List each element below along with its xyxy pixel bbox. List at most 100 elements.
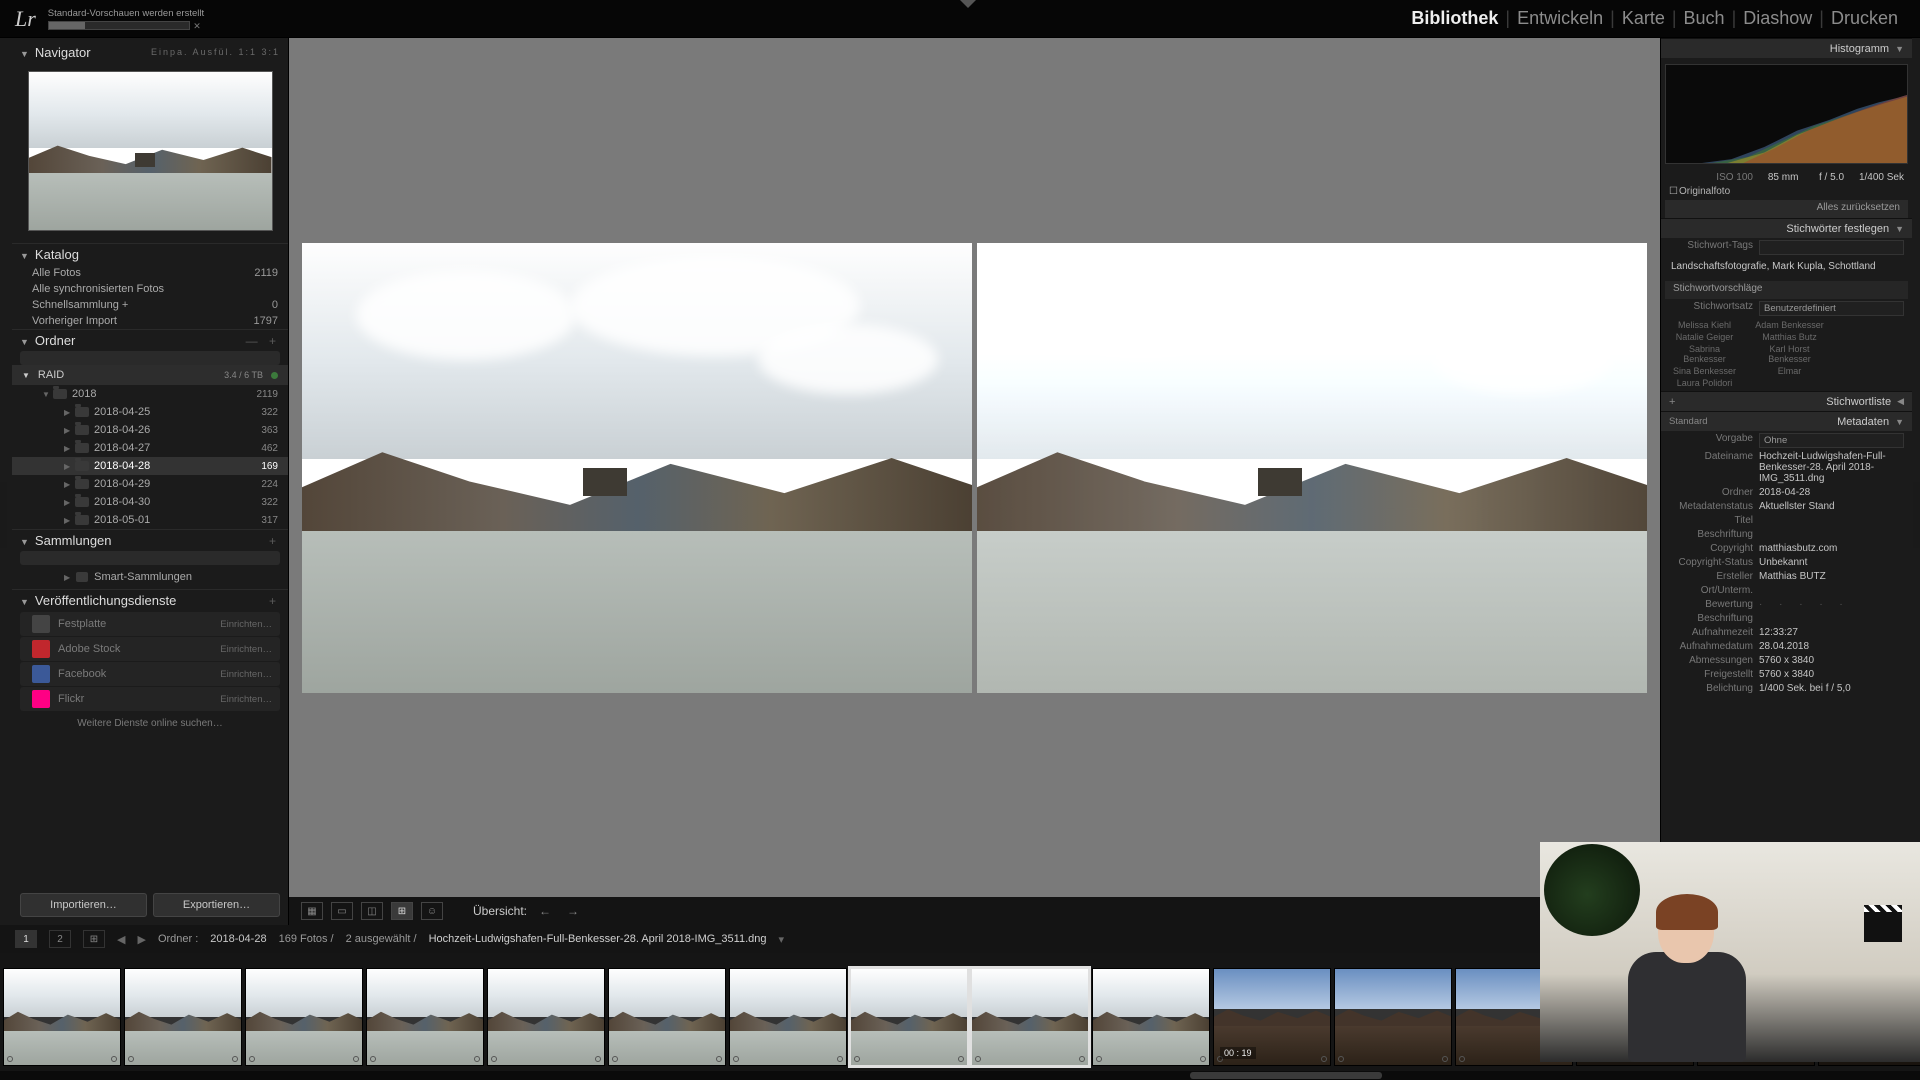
histogram[interactable] [1665,64,1908,164]
filmstrip-thumb[interactable] [971,968,1089,1066]
filmstrip-thumb[interactable] [487,968,605,1066]
keyword-suggestion[interactable]: Melissa Kiehl [1667,320,1742,330]
filmstrip-thumb[interactable] [1334,968,1452,1066]
module-slideshow[interactable]: Diashow [1736,8,1819,29]
original-checkbox-label[interactable]: Originalfoto [1679,186,1730,197]
metadata-value[interactable]: 5760 x 3840 [1759,669,1904,680]
keyword-tags-input[interactable] [1759,240,1904,255]
keyword-suggestion[interactable]: Karl Horst Benkesser [1752,344,1827,364]
metadata-value[interactable] [1759,613,1904,624]
import-button[interactable]: Importieren… [20,893,147,917]
filmstrip-thumb[interactable] [124,968,242,1066]
metadata-value[interactable] [1759,585,1904,596]
compare-image-b[interactable] [977,243,1647,693]
navigator-zoom-options[interactable]: Einpa. Ausfül. 1:1 3:1 [151,47,280,57]
folder-year[interactable]: ▼ 20182119 [12,385,288,403]
keyword-suggestion[interactable]: Matthias Butz [1752,332,1827,342]
metadata-preset-select[interactable]: Ohne [1759,433,1904,448]
filmstrip-thumb[interactable] [608,968,726,1066]
filmstrip-thumb[interactable] [1092,968,1210,1066]
module-develop[interactable]: Entwickeln [1510,8,1610,29]
folder-row[interactable]: ▶2018-04-28169 [12,457,288,475]
metadata-value[interactable]: Matthias BUTZ [1759,571,1904,582]
collections-filter-input[interactable] [20,551,280,565]
collections-add-icon[interactable]: + [269,534,280,548]
rating-stars[interactable]: · · · · · [1759,599,1850,610]
publish-more-link[interactable]: Weitere Dienste online suchen… [12,712,288,735]
setup-button[interactable]: Einrichten… [220,619,272,630]
keyword-suggestion[interactable]: Sina Benkesser [1667,366,1742,376]
filmstrip-thumb[interactable] [3,968,121,1066]
publish-service-row[interactable]: Adobe StockEinrichten… [20,637,280,661]
left-panel-toggle[interactable] [0,482,7,548]
metadata-value[interactable]: Aktuellster Stand [1759,501,1904,512]
metadata-value[interactable]: 1/400 Sek. bei f / 5,0 [1759,683,1904,694]
keyword-suggestion[interactable]: Elmar [1752,366,1827,376]
module-map[interactable]: Karte [1615,8,1672,29]
folder-row[interactable]: ▶2018-04-26363 [12,421,288,439]
filmstrip-thumb[interactable] [729,968,847,1066]
view-people-button[interactable]: ☺ [421,902,443,920]
keyword-suggestion[interactable]: Laura Polidori [1667,378,1742,388]
module-print[interactable]: Drucken [1824,8,1905,29]
filmstrip-thumb[interactable] [245,968,363,1066]
catalog-row[interactable]: Schnellsammlung +0 [12,297,288,313]
folder-row[interactable]: ▶2018-04-27462 [12,439,288,457]
publish-service-row[interactable]: FacebookEinrichten… [20,662,280,686]
crumb-next[interactable]: ▶ [137,933,145,946]
module-library[interactable]: Bibliothek [1404,8,1505,29]
keyword-list-header[interactable]: +Stichwortliste◀ [1661,391,1912,411]
smart-collections-row[interactable]: ▶ Smart-Sammlungen [12,568,288,586]
crumb-folder-name[interactable]: 2018-04-28 [210,933,266,945]
publish-service-row[interactable]: FestplatteEinrichten… [20,612,280,636]
keywords-header[interactable]: Stichwörter festlegen▼ [1661,218,1912,238]
survey-prev-button[interactable]: ← [535,904,555,918]
setup-button[interactable]: Einrichten… [220,644,272,655]
metadata-value[interactable]: Hochzeit-Ludwigshafen-Full-Benkesser-28.… [1759,451,1904,484]
filmstrip-thumb[interactable] [366,968,484,1066]
catalog-row[interactable]: Vorheriger Import1797 [12,313,288,329]
keyword-set-select[interactable]: Benutzerdefiniert [1759,301,1904,316]
top-panel-toggle-icon[interactable] [960,0,976,8]
navigator-preview[interactable] [28,71,273,231]
metadata-value[interactable]: 5760 x 3840 [1759,655,1904,666]
folder-row[interactable]: ▶2018-04-30322 [12,493,288,511]
metadata-value[interactable] [1759,529,1904,540]
right-panel-toggle[interactable] [1913,482,1920,548]
grid-lock-icon[interactable]: ⊞ [83,930,105,948]
keyword-suggestion[interactable]: Natalie Geiger [1667,332,1742,342]
navigator-header[interactable]: ▼Navigator Einpa. Ausfül. 1:1 3:1 [12,38,288,66]
metadata-value[interactable]: matthiasbutz.com [1759,543,1904,554]
main-window-button[interactable]: 1 [15,930,37,948]
export-button[interactable]: Exportieren… [153,893,280,917]
catalog-row[interactable]: Alle synchronisierten Fotos [12,281,288,297]
publish-header[interactable]: ▼Veröffentlichungsdienste + [12,589,288,611]
metadata-value[interactable]: Unbekannt [1759,557,1904,568]
survey-next-button[interactable]: → [563,904,583,918]
compare-image-a[interactable] [302,243,972,693]
folder-row[interactable]: ▶2018-05-01317 [12,511,288,529]
view-survey-button[interactable]: ⊞ [391,902,413,920]
collections-header[interactable]: ▼Sammlungen + [12,529,288,551]
view-compare-button[interactable]: ◫ [361,902,383,920]
metadata-value[interactable] [1759,515,1904,526]
metadata-value[interactable]: 28.04.2018 [1759,641,1904,652]
publish-service-row[interactable]: FlickrEinrichten… [20,687,280,711]
crumb-filename[interactable]: Hochzeit-Ludwigshafen-Full-Benkesser-28.… [429,933,767,945]
histogram-header[interactable]: Histogramm▼ [1661,38,1912,58]
filmstrip-scrollbar[interactable] [0,1071,1920,1080]
setup-button[interactable]: Einrichten… [220,694,272,705]
publish-add-icon[interactable]: + [269,594,280,608]
folder-filter-input[interactable] [20,351,280,365]
keyword-suggestion[interactable]: Adam Benkesser [1752,320,1827,330]
filmstrip-thumb[interactable] [1213,968,1331,1066]
view-grid-button[interactable]: ▦ [301,902,323,920]
reset-button[interactable]: Alles zurücksetzen [1665,200,1908,218]
volume-row[interactable]: ▼RAID 3.4 / 6 TB [12,365,288,385]
metadata-header[interactable]: StandardMetadaten▼ [1661,411,1912,431]
crumb-prev[interactable]: ◀ [117,933,125,946]
catalog-header[interactable]: ▼Katalog [12,243,288,265]
metadata-value[interactable]: 2018-04-28 [1759,487,1904,498]
module-book[interactable]: Buch [1677,8,1732,29]
setup-button[interactable]: Einrichten… [220,669,272,680]
